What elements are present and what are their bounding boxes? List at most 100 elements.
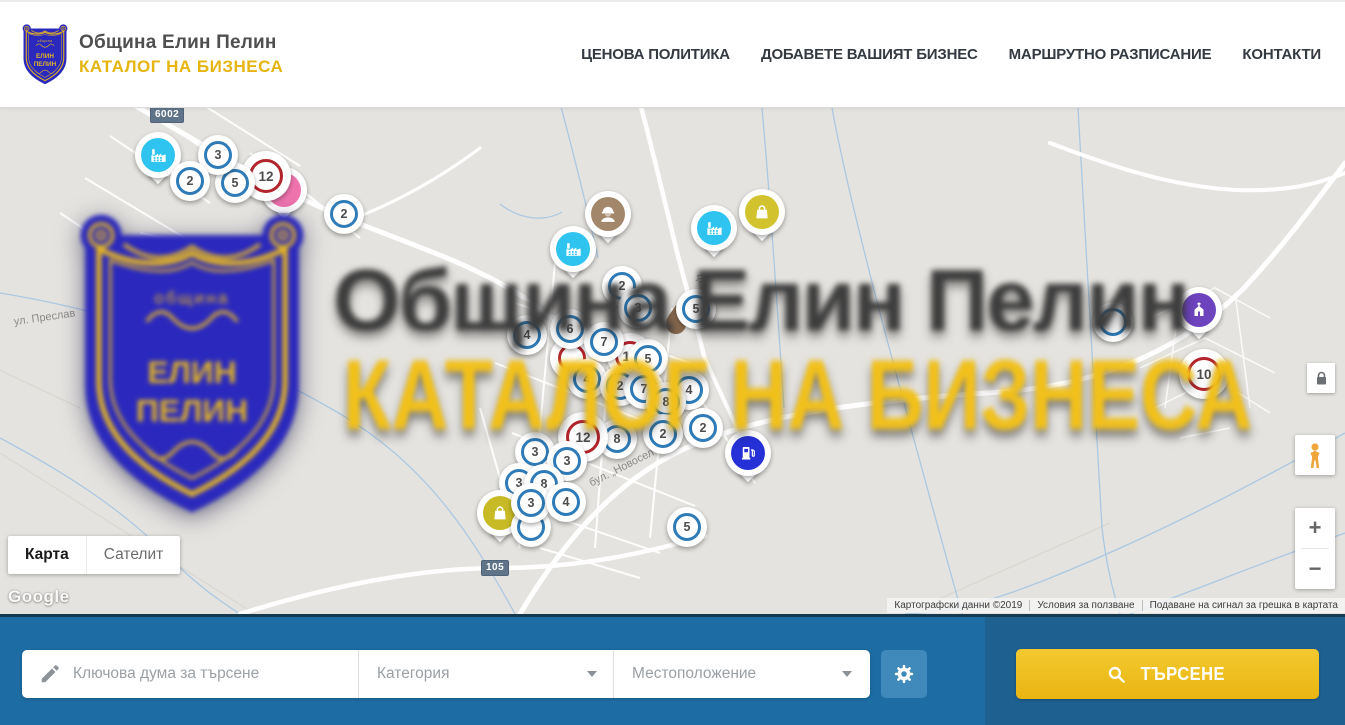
fuel-icon: [731, 436, 765, 470]
cluster-count: 5: [232, 176, 239, 190]
search-button-label: ТЪРСЕНЕ: [1140, 664, 1224, 685]
cluster-count: 3: [215, 148, 222, 162]
chevron-down-icon: [842, 671, 852, 677]
pegman-icon: [1304, 442, 1326, 469]
pencil-icon: [39, 663, 61, 685]
attribution-report-error-link[interactable]: Подаване на сигнал за грешка в картата: [1142, 600, 1345, 611]
location-dropdown-label: Местоположение: [632, 665, 756, 683]
lock-button[interactable]: [1307, 363, 1335, 393]
keyword-field-wrap: [22, 650, 358, 698]
google-logo[interactable]: Google: [8, 587, 70, 607]
cluster-count: 2: [660, 427, 667, 441]
svg-text:община: община: [37, 39, 52, 43]
category-dropdown-label: Категория: [377, 665, 449, 683]
advanced-settings-button[interactable]: [881, 650, 927, 698]
cluster-count: 3: [528, 496, 535, 510]
zoom-control: + −: [1295, 508, 1335, 589]
attribution-copyright: Картографски данни ©2019: [887, 600, 1029, 611]
nav-add-your-business[interactable]: ДОБАВЕТЕ ВАШИЯТ БИЗНЕС: [761, 46, 978, 63]
cluster-count: 4: [563, 495, 570, 509]
cluster-count: 10: [1196, 367, 1211, 382]
chevron-down-icon: [587, 671, 597, 677]
pin-disc: [725, 430, 771, 476]
pin-disc: [1176, 287, 1222, 333]
nav-route-schedule[interactable]: МАРШРУТНО РАЗПИСАНИЕ: [1009, 46, 1212, 63]
cluster-count: 5: [693, 302, 700, 316]
nav-pricing-policy[interactable]: ЦЕНОВА ПОЛИТИКА: [581, 46, 730, 63]
keyword-search-input[interactable]: [73, 665, 323, 683]
site-subtitle: КАТАЛОГ НА БИЗНЕСА: [79, 57, 283, 77]
cluster-count: 2: [341, 207, 348, 221]
category-dropdown[interactable]: Категория: [358, 650, 613, 698]
site-title: Община Елин Пелин: [79, 32, 283, 54]
church-pin-marker[interactable]: [1176, 287, 1222, 351]
cluster-marker[interactable]: 10: [1179, 349, 1229, 399]
cluster-marker[interactable]: [1093, 302, 1133, 342]
cluster-count: 4: [686, 383, 693, 397]
search-button[interactable]: ТЪРСЕНЕ: [1016, 649, 1319, 699]
cluster-count: 2: [619, 279, 626, 293]
cluster-count: 4: [584, 372, 591, 386]
municipality-crest-icon: община ЕЛИН ПЕЛИН: [22, 23, 68, 87]
cluster-count: 3: [564, 454, 571, 468]
svg-text:ЕЛИН: ЕЛИН: [36, 53, 54, 60]
cluster-count: 8: [614, 432, 621, 446]
map-type-control: Карта Сателит: [8, 536, 180, 574]
factory-icon: [141, 138, 175, 172]
main-nav: ЦЕНОВА ПОЛИТИКА ДОБАВЕТЕ ВАШИЯТ БИЗНЕС М…: [581, 46, 1321, 63]
cluster-marker[interactable]: 2: [683, 408, 723, 448]
cluster-marker[interactable]: 2: [170, 161, 210, 201]
nav-contacts[interactable]: КОНТАКТИ: [1242, 46, 1321, 63]
cluster-count: 12: [575, 430, 590, 445]
cluster-count: 4: [524, 328, 531, 342]
factory-icon: [556, 232, 590, 266]
location-dropdown[interactable]: Местоположение: [613, 650, 868, 698]
cluster-count: 3: [532, 445, 539, 459]
svg-text:ПЕЛИН: ПЕЛИН: [34, 60, 57, 67]
map-type-map-button[interactable]: Карта: [8, 536, 86, 574]
pin-disc: [739, 189, 785, 235]
worker-icon: [591, 197, 625, 231]
cluster-count: 6: [567, 322, 574, 336]
cluster-marker[interactable]: 2: [643, 414, 683, 454]
site-logo[interactable]: община ЕЛИН ПЕЛИН Община Елин Пелин КАТА…: [22, 23, 283, 87]
cluster-count: 12: [258, 169, 273, 184]
cluster-marker[interactable]: 5: [676, 289, 716, 329]
cluster-count: 5: [684, 520, 691, 534]
lock-icon: [1315, 371, 1328, 386]
map-type-satellite-button[interactable]: Сателит: [86, 536, 180, 574]
gear-icon: [893, 663, 915, 685]
cluster-marker[interactable]: 4: [507, 315, 547, 355]
cluster-marker[interactable]: 7: [584, 322, 624, 362]
search-icon: [1107, 665, 1126, 684]
factory-pin-marker[interactable]: [550, 226, 596, 290]
cluster-marker[interactable]: 3: [618, 288, 658, 328]
cluster-marker[interactable]: 4: [546, 482, 586, 522]
cluster-marker[interactable]: 2: [324, 194, 364, 234]
shopping-bag-pin-marker[interactable]: [739, 189, 785, 253]
search-form: Категория Местоположение: [22, 650, 870, 698]
cluster-count: 3: [635, 301, 642, 315]
cluster-marker[interactable]: 3: [511, 483, 551, 523]
cluster-count: 2: [617, 379, 624, 393]
factory-icon: [697, 211, 731, 245]
zoom-in-button[interactable]: +: [1295, 508, 1335, 548]
cluster-count: 7: [601, 335, 608, 349]
street-view-pegman-button[interactable]: [1295, 435, 1335, 475]
map-markers-layer: 125322: [0, 108, 1345, 614]
site-header: община ЕЛИН ПЕЛИН Община Елин Пелин КАТА…: [0, 0, 1345, 108]
search-bar-section: Категория Местоположение ТЪРСЕНЕ: [0, 614, 1345, 725]
cluster-marker[interactable]: 5: [667, 507, 707, 547]
church-icon: [1182, 293, 1216, 327]
attribution-terms-link[interactable]: Условия за ползване: [1029, 600, 1141, 611]
cluster-count: 8: [663, 395, 670, 409]
cluster-count: 2: [700, 421, 707, 435]
shopping-bag-icon: [745, 195, 779, 229]
fuel-pin-marker[interactable]: [725, 430, 771, 494]
factory-pin-marker[interactable]: [691, 205, 737, 269]
pin-disc: [691, 205, 737, 251]
zoom-out-button[interactable]: −: [1295, 549, 1335, 589]
cluster-count: 2: [187, 174, 194, 188]
cluster-count: 5: [645, 352, 652, 366]
map-canvas[interactable]: 6002105ул. Преславбул. „Новоселции 12532…: [0, 108, 1345, 614]
